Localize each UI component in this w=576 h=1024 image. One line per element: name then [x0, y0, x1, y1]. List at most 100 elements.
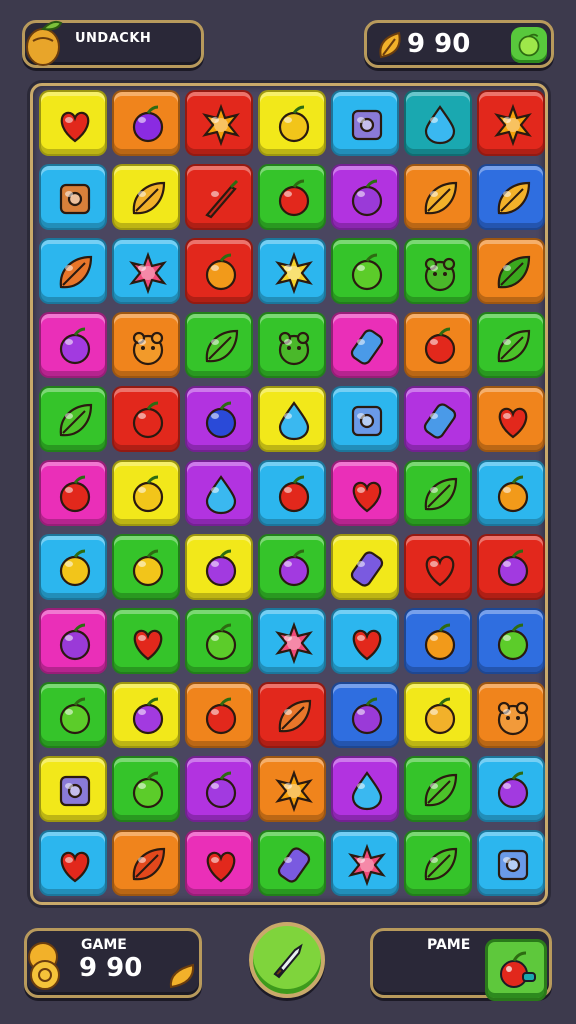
tile-carrot[interactable]	[258, 682, 326, 748]
tile-heart[interactable]	[185, 830, 253, 896]
score-panel: 9 90	[364, 20, 554, 68]
tile-mango[interactable]	[404, 164, 472, 230]
capsule-icon	[350, 551, 384, 587]
tile-drop[interactable]	[185, 460, 253, 526]
tile-box[interactable]	[331, 386, 399, 452]
mango-icon	[132, 181, 166, 215]
tile-pear[interactable]	[404, 682, 472, 748]
tile-sun[interactable]	[185, 90, 253, 156]
tile-blueberry[interactable]	[185, 386, 253, 452]
cherry-icon	[278, 475, 310, 513]
box-icon	[351, 405, 383, 437]
knife-button[interactable]	[249, 922, 325, 998]
capsule-icon	[277, 847, 311, 883]
tile-lime[interactable]	[39, 682, 107, 748]
tile-frog[interactable]	[258, 312, 326, 378]
tile-cherry[interactable]	[258, 460, 326, 526]
tile-box[interactable]	[477, 830, 545, 896]
tile-berry[interactable]	[112, 90, 180, 156]
frog-icon	[278, 331, 310, 366]
tile-drop[interactable]	[331, 756, 399, 822]
tile-lemon[interactable]	[112, 460, 180, 526]
heart-icon	[60, 111, 90, 143]
tile-mango[interactable]	[477, 164, 545, 230]
tile-heart[interactable]	[331, 460, 399, 526]
tile-flower[interactable]	[331, 830, 399, 896]
tile-heart[interactable]	[477, 386, 545, 452]
tile-strawberry[interactable]	[112, 608, 180, 674]
tile-jar[interactable]	[331, 312, 399, 378]
tile-leaf[interactable]	[185, 312, 253, 378]
tile-capsule[interactable]	[331, 534, 399, 600]
tile-heart[interactable]	[404, 534, 472, 600]
knife-icon	[273, 943, 303, 979]
leaf-icon	[424, 477, 458, 511]
tile-chili[interactable]	[185, 164, 253, 230]
tile-grape[interactable]	[258, 534, 326, 600]
tile-lime[interactable]	[112, 756, 180, 822]
star-icon	[275, 251, 313, 295]
player-name-panel[interactable]: UNDACKH	[22, 20, 204, 68]
tile-drop[interactable]	[258, 386, 326, 452]
tile-apple[interactable]	[404, 312, 472, 378]
tile-grape[interactable]	[112, 682, 180, 748]
tile-drop[interactable]	[404, 90, 472, 156]
tile-leaf[interactable]	[404, 460, 472, 526]
tile-lemon[interactable]	[258, 90, 326, 156]
tile-plum[interactable]	[331, 682, 399, 748]
tile-plum[interactable]	[331, 164, 399, 230]
tile-capsule[interactable]	[258, 830, 326, 896]
powerup-button[interactable]	[485, 939, 547, 1001]
tile-gadget[interactable]	[39, 756, 107, 822]
tile-lemon[interactable]	[112, 534, 180, 600]
tile-bear[interactable]	[477, 682, 545, 748]
tile-leaf[interactable]	[477, 312, 545, 378]
tile-grape[interactable]	[477, 756, 545, 822]
tile-leaf[interactable]	[404, 756, 472, 822]
tile-sun[interactable]	[477, 90, 545, 156]
tile-strawberry[interactable]	[39, 830, 107, 896]
tile-jar[interactable]	[404, 386, 472, 452]
tile-star[interactable]	[258, 238, 326, 304]
tile-gadget[interactable]	[331, 90, 399, 156]
tile-pepper[interactable]	[112, 830, 180, 896]
leaf-icon	[424, 773, 458, 807]
bear-icon	[497, 701, 529, 736]
tile-apple[interactable]	[112, 386, 180, 452]
tile-flower[interactable]	[258, 608, 326, 674]
tile-strawberry[interactable]	[331, 608, 399, 674]
tile-fox[interactable]	[112, 312, 180, 378]
tile-carrot[interactable]	[39, 238, 107, 304]
tile-lime[interactable]	[185, 608, 253, 674]
tile-grape[interactable]	[39, 312, 107, 378]
tile-orange[interactable]	[477, 460, 545, 526]
tile-flower[interactable]	[112, 238, 180, 304]
tile-sun[interactable]	[258, 756, 326, 822]
tile-lime[interactable]	[331, 238, 399, 304]
tile-lemon[interactable]	[39, 534, 107, 600]
leaf-icon	[169, 963, 195, 989]
tile-mango[interactable]	[112, 164, 180, 230]
plum-icon	[351, 697, 383, 735]
score-add-button[interactable]	[511, 27, 547, 63]
powerup-label: PAME	[427, 937, 471, 953]
tile-leaf[interactable]	[404, 830, 472, 896]
tile-leaves[interactable]	[477, 238, 545, 304]
tile-grape[interactable]	[477, 534, 545, 600]
tile-grape[interactable]	[185, 756, 253, 822]
tile-grape[interactable]	[185, 534, 253, 600]
tile-frog[interactable]	[404, 238, 472, 304]
tile-toast[interactable]	[39, 164, 107, 230]
tile-cherry[interactable]	[185, 682, 253, 748]
tile-plum[interactable]	[39, 608, 107, 674]
blueberry-icon	[205, 401, 237, 439]
tile-orange[interactable]	[185, 238, 253, 304]
tile-leaf[interactable]	[39, 386, 107, 452]
game-board	[30, 83, 548, 905]
tile-orange[interactable]	[404, 608, 472, 674]
tile-cherry[interactable]	[39, 460, 107, 526]
tile-lime[interactable]	[477, 608, 545, 674]
toast-icon	[59, 183, 91, 215]
tile-heart[interactable]	[39, 90, 107, 156]
tile-apple[interactable]	[258, 164, 326, 230]
